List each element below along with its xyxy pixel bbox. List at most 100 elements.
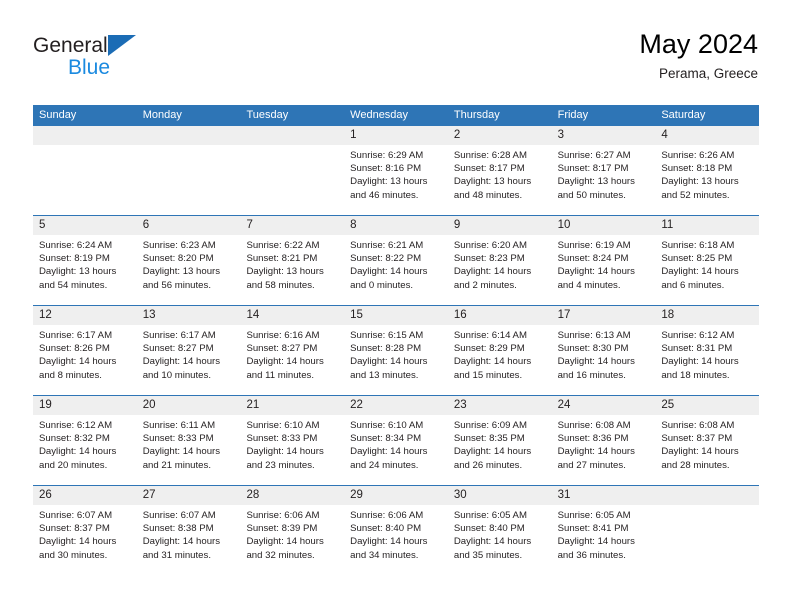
day-number: 7 — [240, 216, 345, 235]
day-cell[interactable]: 14 Sunrise: 6:16 AM Sunset: 8:27 PM Dayligh… — [240, 306, 345, 395]
day-details: Sunrise: 6:15 AM Sunset: 8:28 PM Daylight:… — [344, 325, 448, 382]
day-number: 18 — [655, 306, 760, 325]
day-cell[interactable]: 4 Sunrise: 6:26 AM Sunset: 8:18 PM Daylight… — [655, 126, 760, 215]
sunset-text: Sunset: 8:32 PM — [39, 433, 110, 445]
day-cell[interactable]: 24 Sunrise: 6:08 AM Sunset: 8:36 PM Dayligh… — [551, 396, 656, 485]
day-number: 11 — [655, 216, 760, 235]
general-blue-logo[interactable]: General Blue — [33, 34, 273, 94]
day-cell[interactable]: 23 Sunrise: 6:09 AM Sunset: 8:35 PM Dayligh… — [447, 396, 552, 485]
day-cell[interactable]: 6 Sunrise: 6:23 AM Sunset: 8:20 PM Daylight… — [136, 216, 241, 305]
day-number: 17 — [551, 306, 656, 325]
sunset-text: Sunset: 8:23 PM — [453, 253, 525, 265]
sunset-text: Sunset: 8:37 PM — [39, 523, 110, 535]
day-number — [136, 126, 241, 145]
weekday-header-monday: Monday — [142, 109, 182, 121]
sunset-text: Sunset: 8:34 PM — [350, 433, 422, 445]
sunrise-text: Sunrise: 6:12 AM — [661, 330, 735, 341]
weekday-header-friday: Friday — [557, 109, 589, 121]
day-cell[interactable]: 3 Sunrise: 6:27 AM Sunset: 8:17 PM Daylight… — [551, 126, 656, 215]
daylight-text: Daylight: 14 hours and 34 minutes. — [350, 536, 428, 561]
daylight-text: Daylight: 13 hours and 46 minutes. — [350, 176, 428, 201]
sunrise-text: Sunrise: 6:10 AM — [246, 420, 320, 431]
day-details: Sunrise: 6:10 AM Sunset: 8:34 PM Daylight:… — [344, 415, 448, 472]
daylight-text: Daylight: 14 hours and 11 minutes. — [246, 356, 324, 381]
day-number: 27 — [136, 486, 241, 505]
sunrise-text: Sunrise: 6:22 AM — [246, 240, 320, 251]
day-cell[interactable]: 12 Sunrise: 6:17 AM Sunset: 8:26 PM Dayligh… — [33, 306, 137, 395]
triangle-logo-icon — [107, 35, 136, 56]
day-number: 29 — [344, 486, 448, 505]
daylight-text: Daylight: 13 hours and 50 minutes. — [557, 176, 635, 201]
daylight-text: Daylight: 14 hours and 2 minutes. — [453, 266, 532, 291]
sunrise-text: Sunrise: 6:29 AM — [350, 150, 424, 161]
sunrise-text: Sunrise: 6:28 AM — [453, 150, 527, 161]
day-number: 22 — [344, 396, 448, 415]
sunrise-text: Sunrise: 6:05 AM — [453, 510, 527, 521]
day-number: 3 — [551, 126, 656, 145]
day-cell[interactable]: 8 Sunrise: 6:21 AM Sunset: 8:22 PM Daylight… — [344, 216, 448, 305]
day-cell[interactable]: 31 Sunrise: 6:05 AM Sunset: 8:41 PM Dayligh… — [551, 486, 656, 575]
daylight-text: Daylight: 14 hours and 16 minutes. — [557, 356, 635, 381]
daylight-text: Daylight: 14 hours and 4 minutes. — [557, 266, 635, 291]
day-cell[interactable]: 17 Sunrise: 6:13 AM Sunset: 8:30 PM Dayligh… — [551, 306, 656, 395]
day-cell[interactable]: 15 Sunrise: 6:15 AM Sunset: 8:28 PM Dayligh… — [344, 306, 448, 395]
day-number: 9 — [447, 216, 552, 235]
brand-text-general: General — [33, 34, 108, 57]
daylight-text: Daylight: 14 hours and 0 minutes. — [350, 266, 428, 291]
daylight-text: Daylight: 14 hours and 23 minutes. — [246, 446, 324, 471]
daylight-text: Daylight: 14 hours and 8 minutes. — [39, 356, 117, 381]
sunset-text: Sunset: 8:40 PM — [453, 523, 525, 535]
day-cell[interactable]: 30 Sunrise: 6:05 AM Sunset: 8:40 PM Dayligh… — [447, 486, 552, 575]
day-number: 6 — [136, 216, 241, 235]
day-cell[interactable]: 21 Sunrise: 6:10 AM Sunset: 8:33 PM Dayligh… — [240, 396, 345, 485]
sunrise-text: Sunrise: 6:11 AM — [142, 420, 216, 431]
day-number: 14 — [240, 306, 345, 325]
day-cell[interactable]: 1 Sunrise: 6:29 AM Sunset: 8:16 PM Daylight… — [344, 126, 448, 215]
day-cell[interactable]: 25 Sunrise: 6:08 AM Sunset: 8:37 PM Dayligh… — [655, 396, 760, 485]
sunrise-text: Sunrise: 6:27 AM — [557, 150, 631, 161]
weekday-header-tuesday: Tuesday — [246, 109, 289, 121]
day-cell[interactable]: 11 Sunrise: 6:18 AM Sunset: 8:25 PM Dayligh… — [655, 216, 760, 305]
day-details: Sunrise: 6:05 AM Sunset: 8:40 PM Daylight:… — [448, 505, 552, 562]
sunset-text: Sunset: 8:27 PM — [246, 343, 318, 355]
day-cell[interactable]: 9 Sunrise: 6:20 AM Sunset: 8:23 PM Daylight… — [447, 216, 552, 305]
calendar-week-row: 12 Sunrise: 6:17 AM Sunset: 8:26 PM Dayligh… — [33, 305, 760, 395]
sunrise-text: Sunrise: 6:05 AM — [557, 510, 631, 521]
day-number: 19 — [33, 396, 137, 415]
day-cell[interactable]: 18 Sunrise: 6:12 AM Sunset: 8:31 PM Dayligh… — [655, 306, 760, 395]
day-number: 4 — [655, 126, 760, 145]
sunrise-text: Sunrise: 6:17 AM — [142, 330, 216, 341]
day-cell[interactable]: 2 Sunrise: 6:28 AM Sunset: 8:17 PM Daylight… — [447, 126, 552, 215]
calendar-week-row: 1 Sunrise: 6:29 AM Sunset: 8:16 PM Daylight… — [33, 126, 760, 215]
sunset-text: Sunset: 8:20 PM — [142, 253, 214, 265]
day-cell[interactable]: 5 Sunrise: 6:24 AM Sunset: 8:19 PM Daylight… — [33, 216, 137, 305]
day-cell-empty — [136, 126, 241, 215]
sunset-text: Sunset: 8:33 PM — [142, 433, 214, 445]
sunrise-text: Sunrise: 6:24 AM — [39, 240, 113, 251]
day-cell[interactable]: 29 Sunrise: 6:06 AM Sunset: 8:40 PM Dayligh… — [344, 486, 448, 575]
day-number: 10 — [551, 216, 656, 235]
sunset-text: Sunset: 8:21 PM — [246, 253, 318, 265]
day-cell[interactable]: 22 Sunrise: 6:10 AM Sunset: 8:34 PM Dayligh… — [344, 396, 448, 485]
day-cell[interactable]: 16 Sunrise: 6:14 AM Sunset: 8:29 PM Dayligh… — [447, 306, 552, 395]
page-title: May 2024 — [639, 29, 758, 59]
page-header: General Blue May 2024 Perama, Greece — [33, 28, 758, 96]
day-details: Sunrise: 6:27 AM Sunset: 8:17 PM Daylight:… — [552, 145, 656, 202]
day-cell[interactable]: 19 Sunrise: 6:12 AM Sunset: 8:32 PM Dayligh… — [33, 396, 137, 485]
day-cell[interactable]: 7 Sunrise: 6:22 AM Sunset: 8:21 PM Daylight… — [240, 216, 345, 305]
day-cell[interactable]: 26 Sunrise: 6:07 AM Sunset: 8:37 PM Dayligh… — [33, 486, 137, 575]
daylight-text: Daylight: 13 hours and 58 minutes. — [246, 266, 324, 291]
day-cell[interactable]: 27 Sunrise: 6:07 AM Sunset: 8:38 PM Dayligh… — [136, 486, 241, 575]
calendar-week-row: 19 Sunrise: 6:12 AM Sunset: 8:32 PM Dayligh… — [33, 395, 760, 485]
day-cell[interactable]: 10 Sunrise: 6:19 AM Sunset: 8:24 PM Dayligh… — [551, 216, 656, 305]
day-number: 23 — [447, 396, 552, 415]
day-number: 5 — [33, 216, 137, 235]
day-cell[interactable]: 20 Sunrise: 6:11 AM Sunset: 8:33 PM Dayligh… — [136, 396, 241, 485]
daylight-text: Daylight: 13 hours and 54 minutes. — [39, 266, 117, 291]
day-cell[interactable]: 13 Sunrise: 6:17 AM Sunset: 8:27 PM Dayligh… — [136, 306, 241, 395]
sunrise-text: Sunrise: 6:26 AM — [661, 150, 735, 161]
daylight-text: Daylight: 14 hours and 21 minutes. — [142, 446, 221, 471]
day-cell[interactable]: 28 Sunrise: 6:06 AM Sunset: 8:39 PM Dayligh… — [240, 486, 345, 575]
sunset-text: Sunset: 8:27 PM — [142, 343, 214, 355]
page-subtitle: Perama, Greece — [658, 66, 758, 81]
